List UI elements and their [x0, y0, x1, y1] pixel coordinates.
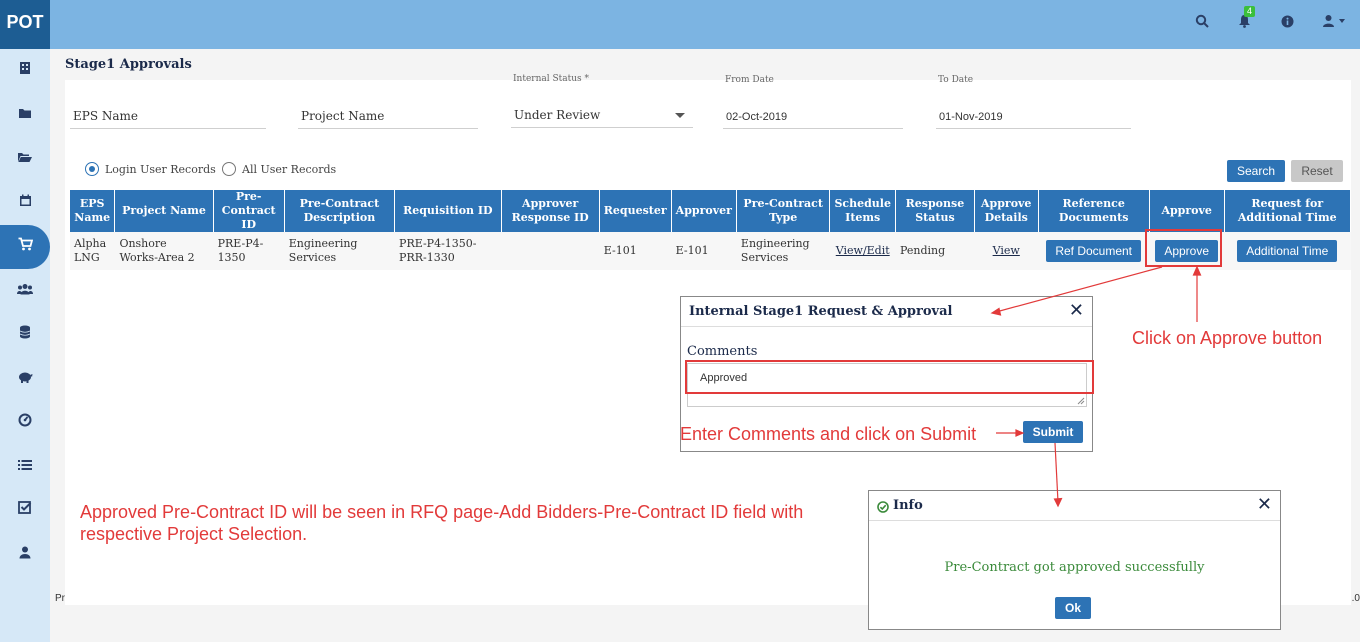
dialog-arrow-head [990, 307, 1002, 316]
info-arrow-head [1053, 497, 1063, 508]
approve-hint-annotation: Click on Approve button [1132, 328, 1323, 348]
rfq-note-line1: Approved Pre-Contract ID will be seen in… [80, 502, 804, 522]
submit-hint-annotation: Enter Comments and click on Submit [680, 424, 977, 444]
rfq-note-line2: respective Project Selection. [80, 524, 308, 544]
dialog-arrow-line [995, 266, 1163, 313]
approve-arrow-head [1192, 265, 1202, 276]
info-arrow-line [1054, 442, 1059, 503]
submit-arrow-head [1015, 429, 1025, 437]
annotation-arrows [990, 265, 1202, 508]
